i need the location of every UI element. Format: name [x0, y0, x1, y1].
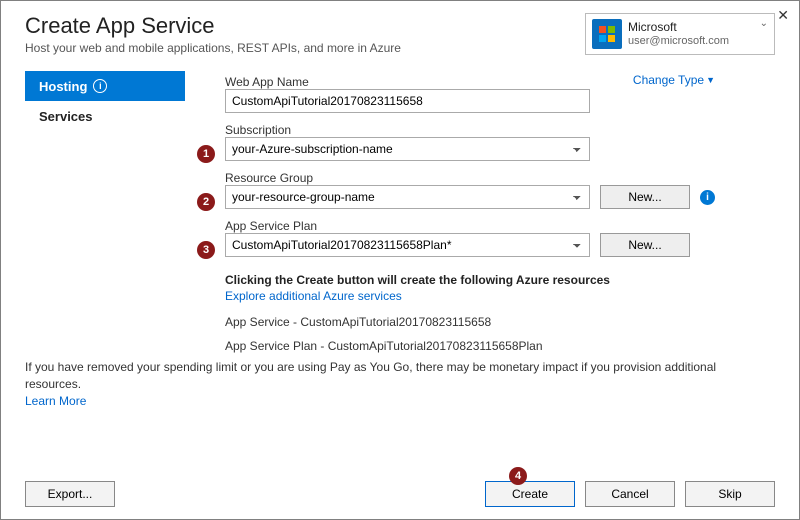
resource-line-1: App Service - CustomApiTutorial201708231… [225, 315, 775, 329]
skip-button[interactable]: Skip [685, 481, 775, 507]
step-badge-3: 3 [197, 241, 215, 259]
change-type-link[interactable]: Change Type ▼ [633, 73, 715, 87]
tab-hosting-label: Hosting [39, 79, 87, 94]
step-badge-1: 1 [197, 145, 215, 163]
explore-services-link[interactable]: Explore additional Azure services [225, 289, 402, 303]
tab-services-label: Services [39, 109, 93, 124]
footer: Export... 4 Create Cancel Skip [25, 481, 775, 507]
change-type-text: Change Type [633, 73, 704, 87]
tab-hosting[interactable]: Hosting i [25, 71, 185, 101]
resource-group-block: 2 Resource Group your-resource-group-nam… [225, 171, 775, 209]
create-button[interactable]: Create [485, 481, 575, 507]
account-picker[interactable]: Microsoft user@microsoft.com ⌄ [585, 13, 775, 55]
account-email: user@microsoft.com [628, 35, 729, 47]
page-title: Create App Service [25, 13, 401, 39]
resource-line-2: App Service Plan - CustomApiTutorial2017… [225, 339, 775, 353]
account-text: Microsoft user@microsoft.com [628, 21, 729, 46]
title-block: Create App Service Host your web and mob… [25, 13, 401, 55]
resources-heading: Clicking the Create button will create t… [225, 273, 775, 287]
sidebar: Hosting i Services [25, 71, 185, 353]
body: Hosting i Services Web App Name Change T… [25, 71, 775, 353]
subscription-select[interactable]: your-Azure-subscription-name [225, 137, 590, 161]
page-subtitle: Host your web and mobile applications, R… [25, 41, 401, 55]
resource-group-label: Resource Group [225, 171, 775, 185]
step-badge-2: 2 [197, 193, 215, 211]
subscription-block: 1 Subscription your-Azure-subscription-n… [225, 123, 775, 161]
form-area: Web App Name Change Type ▼ 1 Subscriptio… [185, 71, 775, 353]
export-button[interactable]: Export... [25, 481, 115, 507]
learn-more-link[interactable]: Learn More [25, 394, 86, 408]
right-buttons: 4 Create Cancel Skip [485, 481, 775, 507]
app-service-plan-block: 3 App Service Plan CustomApiTutorial2017… [225, 219, 775, 257]
info-icon[interactable]: i [700, 190, 715, 205]
dialog-window: ✕ Create App Service Host your web and m… [0, 0, 800, 520]
chevron-down-icon: ⌄ [760, 18, 768, 29]
step-badge-4: 4 [509, 467, 527, 485]
new-app-service-plan-button[interactable]: New... [600, 233, 690, 257]
disclaimer: If you have removed your spending limit … [25, 359, 775, 409]
close-icon[interactable]: ✕ [777, 7, 789, 24]
app-service-plan-select[interactable]: CustomApiTutorial20170823115658Plan* [225, 233, 590, 257]
web-app-name-row: Web App Name Change Type ▼ [225, 71, 775, 89]
resource-group-select[interactable]: your-resource-group-name [225, 185, 590, 209]
disclaimer-text: If you have removed your spending limit … [25, 360, 716, 391]
new-resource-group-button[interactable]: New... [600, 185, 690, 209]
web-app-name-input[interactable] [225, 89, 590, 113]
cancel-button[interactable]: Cancel [585, 481, 675, 507]
chevron-down-icon: ▼ [706, 75, 715, 85]
info-icon: i [93, 79, 107, 93]
header: Create App Service Host your web and mob… [25, 13, 775, 55]
subscription-label: Subscription [225, 123, 775, 137]
web-app-name-label: Web App Name [225, 75, 309, 89]
microsoft-logo-icon [592, 19, 622, 49]
app-service-plan-label: App Service Plan [225, 219, 775, 233]
account-name: Microsoft [628, 21, 729, 34]
tab-services[interactable]: Services [25, 101, 185, 131]
